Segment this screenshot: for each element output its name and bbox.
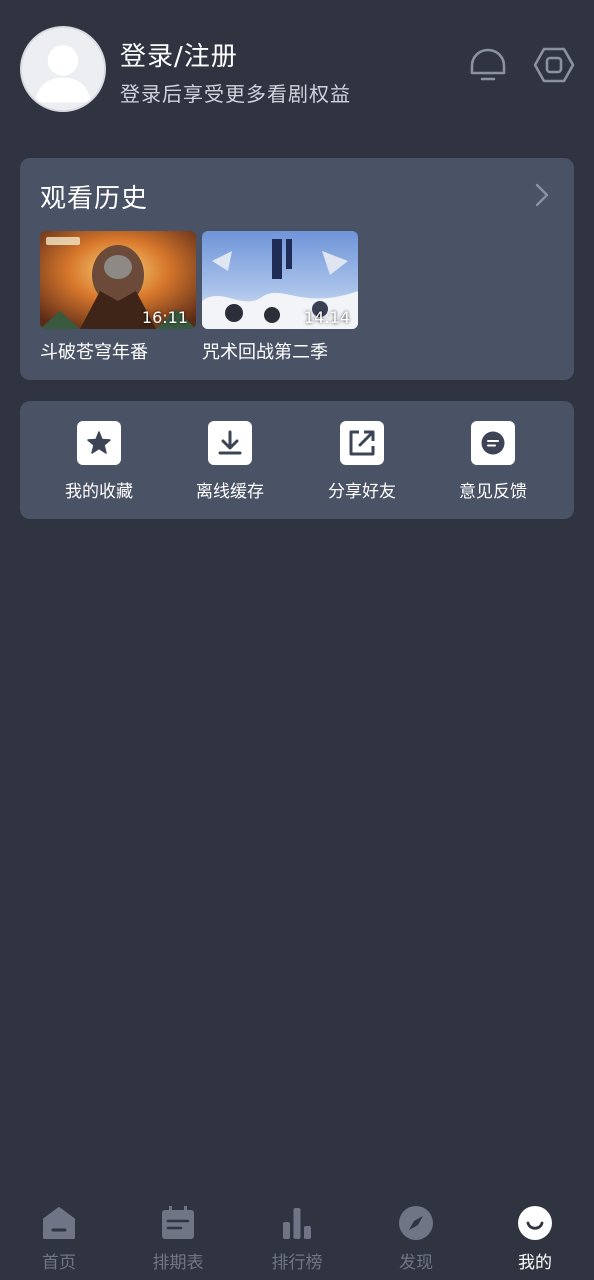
chevron-right-icon[interactable] (534, 182, 550, 208)
progress-time: 14:14 (303, 308, 350, 327)
tab-home-label: 首页 (42, 1253, 76, 1273)
star-icon (77, 421, 121, 465)
feedback-icon (471, 421, 515, 465)
watch-history-card[interactable]: 观看历史 16:11 斗破苍穹年番 14:14 咒术回战第二季 (20, 158, 574, 380)
quick-actions-card: 我的收藏 离线缓存 分享好友 意见反馈 (20, 401, 574, 519)
tab-home[interactable]: 首页 (14, 1204, 104, 1274)
share-button[interactable]: 分享好友 (302, 421, 422, 503)
tab-discover[interactable]: 发现 (371, 1204, 461, 1274)
feedback-button[interactable]: 意见反馈 (433, 421, 553, 503)
tab-schedule-label: 排期表 (152, 1253, 204, 1273)
login-subtitle: 登录后享受更多看剧权益 (120, 82, 351, 106)
offline-cache-button[interactable]: 离线缓存 (170, 421, 290, 503)
calendar-icon (159, 1204, 197, 1242)
compass-icon (397, 1204, 435, 1242)
tab-ranking-label: 排行榜 (271, 1253, 323, 1273)
watch-history-title: 观看历史 (40, 184, 149, 214)
login-register-link[interactable]: 登录/注册 (120, 36, 238, 73)
history-item-title[interactable]: 咒术回战第二季 (202, 338, 328, 364)
download-icon (208, 421, 252, 465)
bottom-nav: 首页 排期表 排行榜 发现 我的 (0, 1190, 594, 1280)
bar-chart-icon (278, 1204, 316, 1242)
tab-schedule[interactable]: 排期表 (133, 1204, 223, 1274)
avatar-placeholder-icon (22, 28, 104, 110)
avatar[interactable] (20, 26, 106, 112)
history-thumbnail-1[interactable]: 16:11 (40, 231, 196, 329)
favorites-button[interactable]: 我的收藏 (39, 421, 159, 503)
profile-icon (516, 1204, 554, 1242)
settings-icon[interactable] (533, 44, 575, 86)
home-icon (40, 1204, 78, 1242)
bell-icon[interactable] (467, 44, 509, 86)
history-item-title[interactable]: 斗破苍穹年番 (40, 338, 148, 364)
tab-mine-label: 我的 (518, 1253, 552, 1273)
share-icon (340, 421, 384, 465)
share-label: 分享好友 (328, 482, 396, 502)
favorites-label: 我的收藏 (65, 482, 133, 502)
profile-header: 登录/注册 登录后享受更多看剧权益 (0, 0, 594, 130)
tab-discover-label: 发现 (399, 1253, 433, 1273)
tab-ranking[interactable]: 排行榜 (252, 1204, 342, 1274)
offline-cache-label: 离线缓存 (196, 482, 264, 502)
tab-mine[interactable]: 我的 (490, 1204, 580, 1274)
feedback-label: 意见反馈 (459, 482, 527, 502)
progress-time: 16:11 (141, 308, 188, 327)
history-thumbnail-2[interactable]: 14:14 (202, 231, 358, 329)
